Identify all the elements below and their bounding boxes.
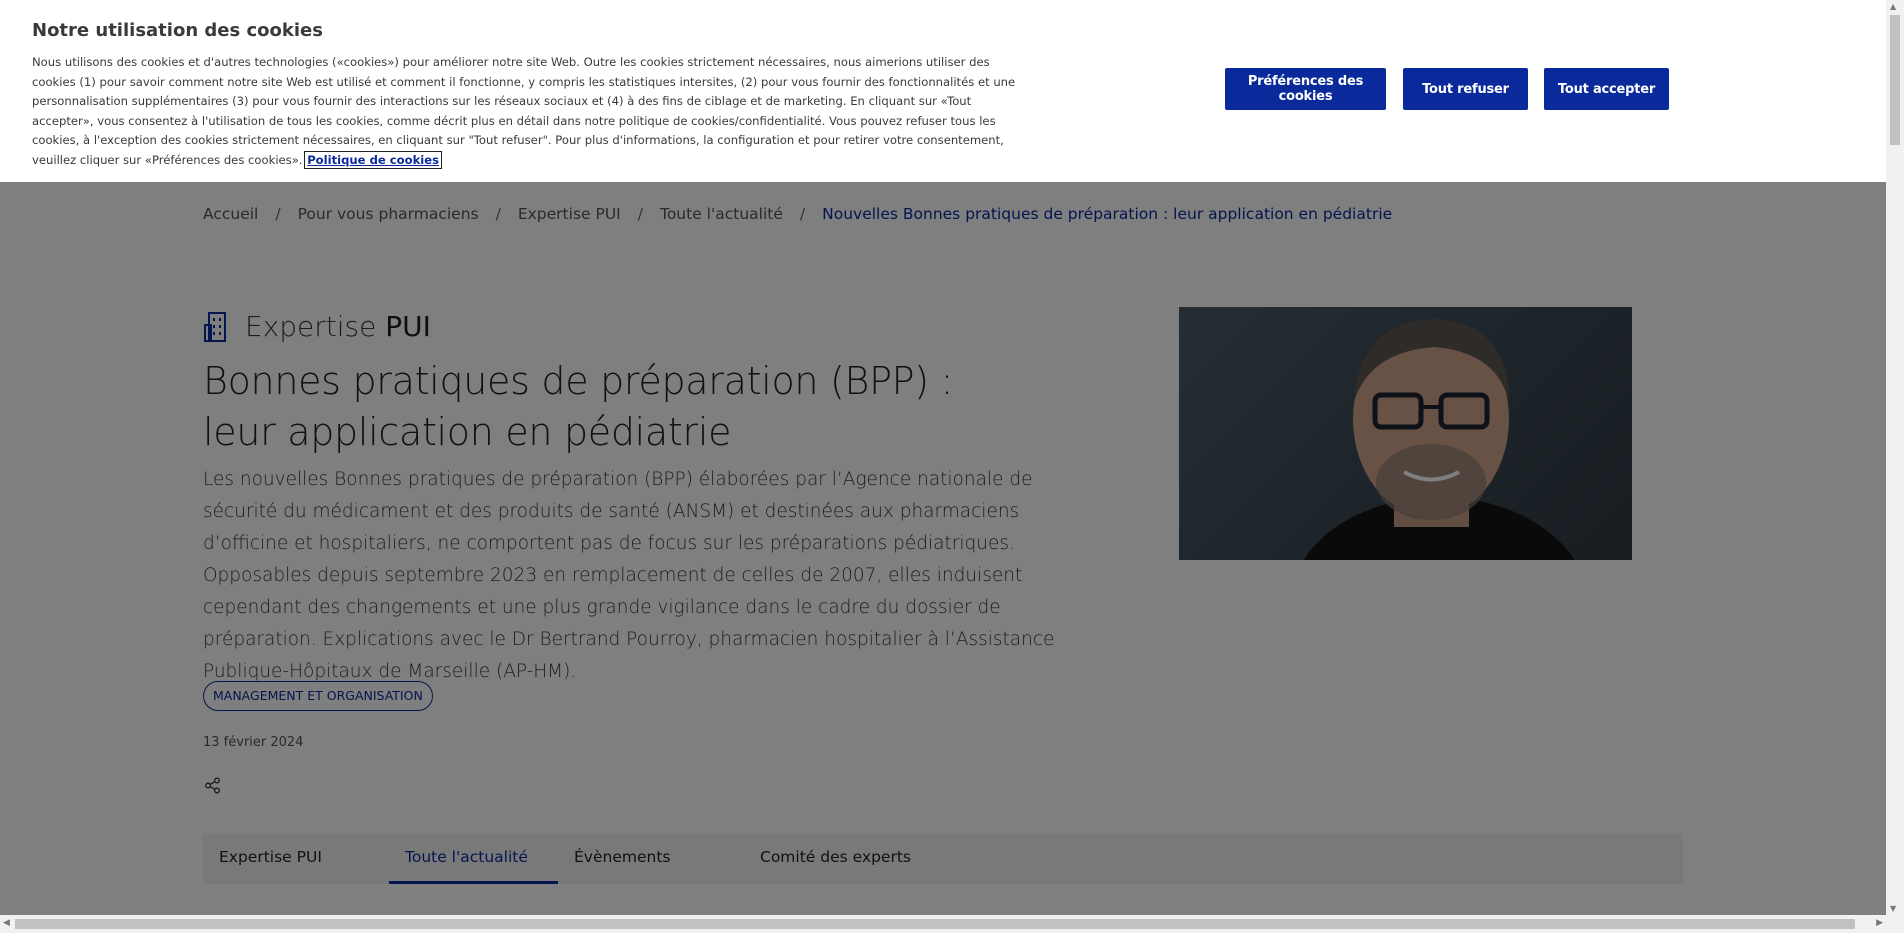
page: Accueil / Pour vous pharmaciens / Expert… — [0, 0, 1886, 933]
vertical-scrollbar[interactable]: ▲ ▼ — [1886, 0, 1904, 933]
cookie-banner-body: Nous utilisons des cookies et d'autres t… — [32, 53, 1032, 171]
cookie-accept-all-button[interactable]: Tout accepter — [1544, 68, 1669, 110]
scroll-up-arrow-icon[interactable]: ▲ — [1890, 2, 1896, 11]
cookie-policy-link[interactable]: Politique de cookies — [304, 150, 443, 169]
cookie-banner-title: Notre utilisation des cookies — [32, 20, 323, 41]
horizontal-scrollbar[interactable]: ◀ ▶ — [0, 915, 1886, 933]
cookie-banner-text: Nous utilisons des cookies et d'autres t… — [32, 55, 1016, 167]
scroll-left-arrow-icon[interactable]: ◀ — [3, 918, 10, 928]
cookie-banner: Notre utilisation des cookies Nous utili… — [0, 0, 1886, 182]
cookie-refuse-all-button[interactable]: Tout refuser — [1403, 68, 1528, 110]
scroll-right-arrow-icon[interactable]: ▶ — [1876, 918, 1883, 928]
cookie-preferences-button[interactable]: Préférences des cookies — [1225, 68, 1386, 110]
vertical-scrollbar-thumb[interactable] — [1890, 15, 1900, 145]
scroll-down-arrow-icon[interactable]: ▼ — [1890, 904, 1896, 913]
horizontal-scrollbar-thumb[interactable] — [15, 919, 1855, 929]
